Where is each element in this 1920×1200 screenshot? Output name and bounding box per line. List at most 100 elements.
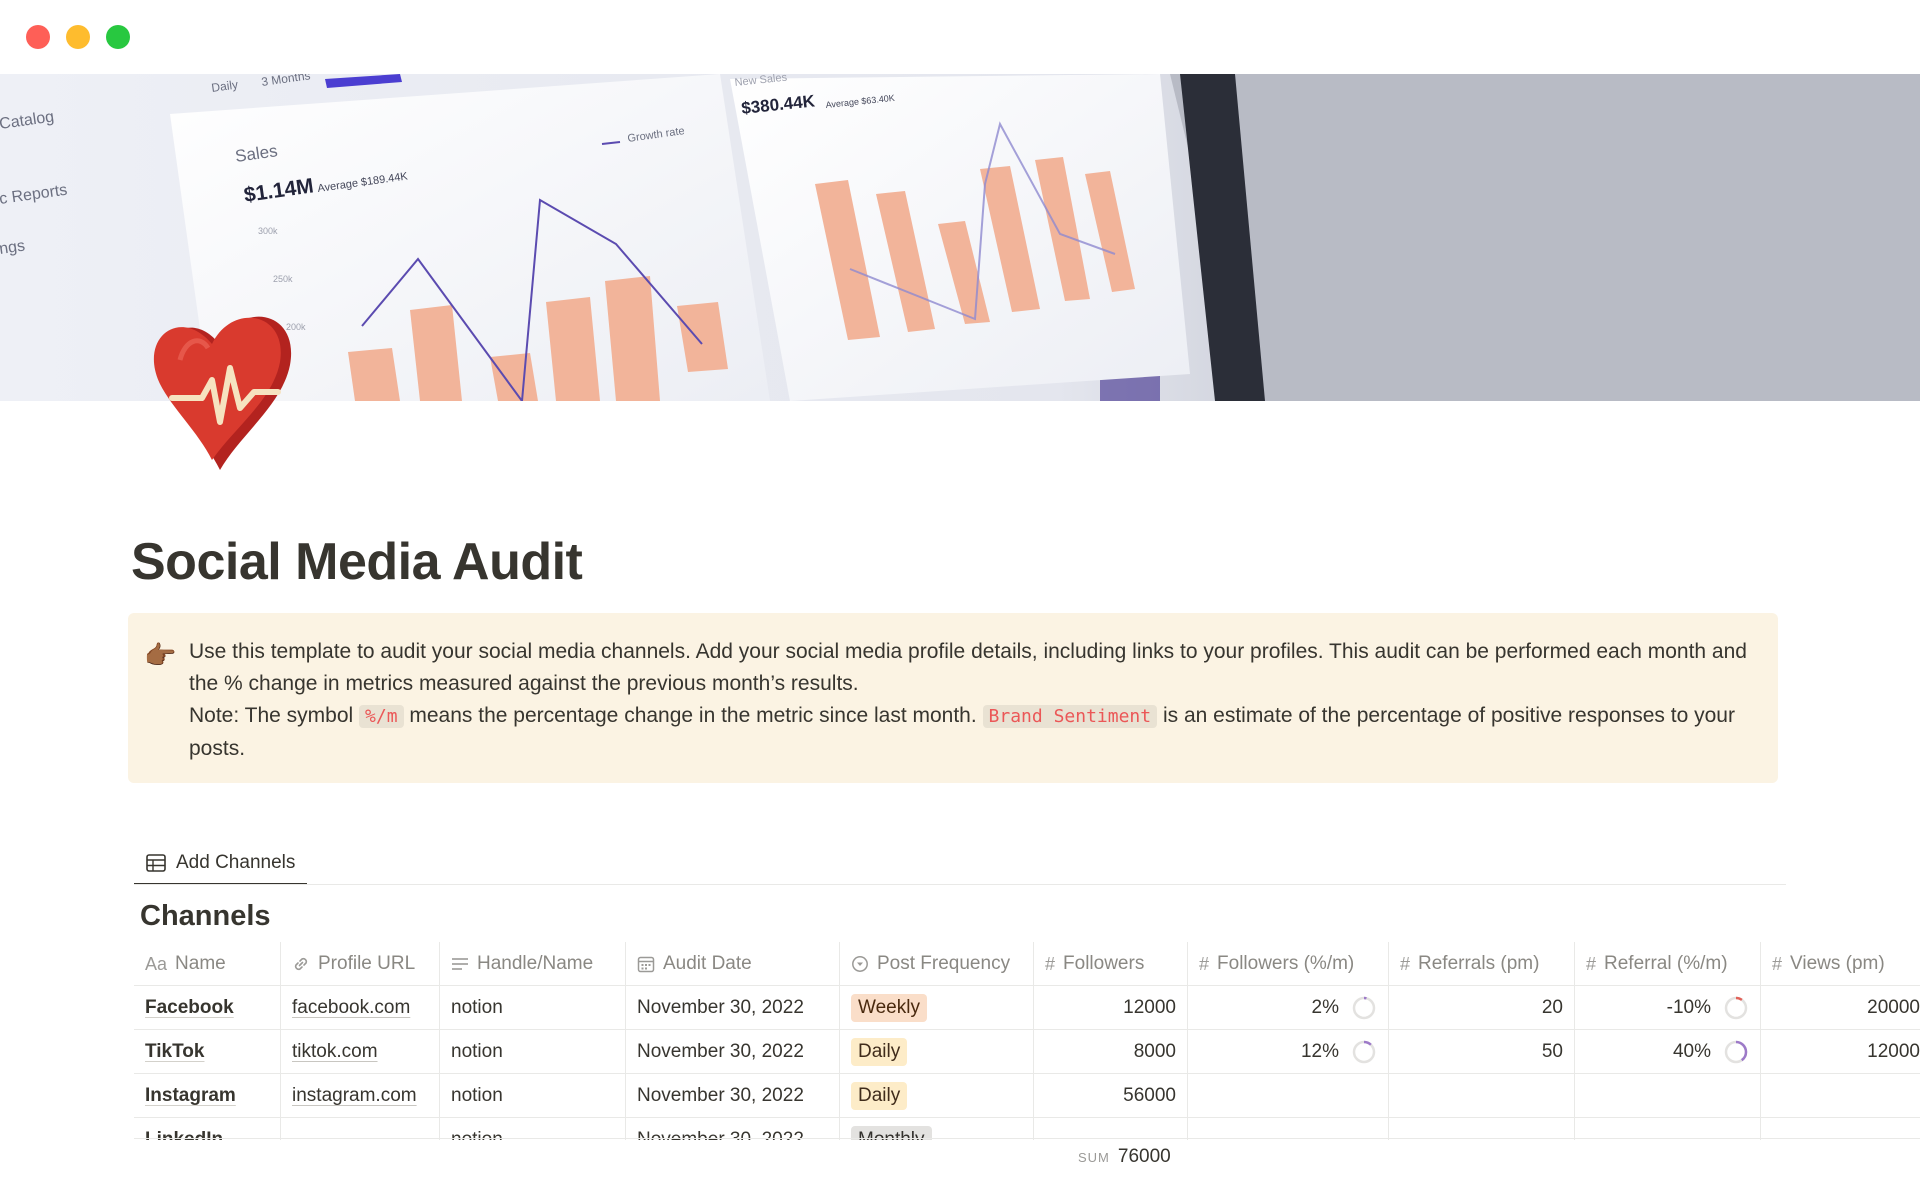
progress-ring-icon: [1352, 1040, 1376, 1064]
profile-url-link[interactable]: tiktok.com: [292, 1041, 378, 1063]
cell-audit-date[interactable]: November 30, 2022: [626, 1118, 840, 1140]
frequency-tag: Daily: [851, 1038, 908, 1066]
tabs-divider: [134, 884, 1786, 885]
zoom-window-button[interactable]: [106, 25, 130, 49]
referral-pct-value: 40%: [1672, 1041, 1711, 1062]
close-window-button[interactable]: [26, 25, 50, 49]
sum-value: 76000: [1117, 1146, 1171, 1167]
cell-referrals[interactable]: 20: [1389, 986, 1575, 1030]
table-row[interactable]: Instagram instagram.com notion November …: [134, 1074, 1920, 1118]
column-header-followers[interactable]: # Followers: [1034, 942, 1188, 986]
column-label: Referrals (pm): [1418, 953, 1540, 974]
window-titlebar: [0, 0, 1920, 74]
callout-text[interactable]: Use this template to audit your social m…: [189, 636, 1759, 765]
cell-handle[interactable]: notion: [440, 1074, 626, 1118]
cell-profile-url[interactable]: facebook.com: [281, 986, 440, 1030]
cell-referrals[interactable]: 50: [1389, 1030, 1575, 1074]
inline-code-brand-sentiment: Brand Sentiment: [982, 705, 1158, 728]
page-title[interactable]: Social Media Audit: [131, 532, 583, 592]
column-label: Name: [175, 953, 226, 974]
cell-handle[interactable]: notion: [440, 986, 626, 1030]
number-icon: #: [1199, 953, 1210, 974]
cell-followers-pct[interactable]: 12%: [1188, 1030, 1389, 1074]
table-footer-divider: [134, 1138, 1920, 1139]
column-header-post-frequency[interactable]: Post Frequency: [840, 942, 1034, 986]
column-header-referrals[interactable]: # Referrals (pm): [1389, 942, 1575, 986]
cell-audit-date[interactable]: November 30, 2022: [626, 1074, 840, 1118]
cell-followers[interactable]: 56000: [1034, 1074, 1188, 1118]
column-header-views[interactable]: # Views (pm): [1761, 942, 1920, 986]
followers-pct-value: 2%: [1311, 997, 1339, 1018]
cell-audit-date[interactable]: November 30, 2022: [626, 1030, 840, 1074]
cell-referrals[interactable]: [1389, 1074, 1575, 1118]
cell-followers-pct[interactable]: [1188, 1118, 1389, 1140]
profile-url-link[interactable]: instagram.com: [292, 1085, 417, 1107]
followers-sum-calculation[interactable]: SUM 76000: [1078, 1146, 1171, 1168]
callout-block[interactable]: 👉🏾 Use this template to audit your socia…: [128, 613, 1778, 783]
column-header-profile-url[interactable]: Profile URL: [281, 942, 440, 986]
column-header-followers-pct[interactable]: # Followers (%/m): [1188, 942, 1389, 986]
profile-url-link[interactable]: facebook.com: [292, 997, 410, 1019]
cell-name[interactable]: TikTok: [134, 1030, 281, 1074]
table-icon: [146, 854, 166, 872]
cell-referral-pct[interactable]: [1575, 1074, 1761, 1118]
cell-profile-url[interactable]: [281, 1118, 440, 1140]
cell-post-frequency[interactable]: Monthly: [840, 1118, 1034, 1140]
cell-handle[interactable]: notion: [440, 1030, 626, 1074]
cell-post-frequency[interactable]: Weekly: [840, 986, 1034, 1030]
view-tab-add-channels[interactable]: Add Channels: [134, 843, 308, 885]
row-name[interactable]: TikTok: [145, 1041, 204, 1063]
column-label: Views (pm): [1790, 953, 1885, 974]
row-name[interactable]: Facebook: [145, 997, 234, 1019]
cell-profile-url[interactable]: instagram.com: [281, 1074, 440, 1118]
heart-pulse-icon[interactable]: [150, 300, 300, 475]
cell-post-frequency[interactable]: Daily: [840, 1074, 1034, 1118]
callout-note-prefix: Note: The symbol: [189, 704, 360, 727]
cell-name[interactable]: LinkedIn: [134, 1118, 281, 1140]
column-header-handle[interactable]: Handle/Name: [440, 942, 626, 986]
cell-views[interactable]: 20000: [1761, 986, 1920, 1030]
cell-referrals[interactable]: [1389, 1118, 1575, 1140]
number-icon: #: [1772, 953, 1783, 974]
progress-ring-track: [1352, 1040, 1376, 1064]
cell-audit-date[interactable]: November 30, 2022: [626, 986, 840, 1030]
referral-pct-value: -10%: [1666, 997, 1711, 1018]
cell-referral-pct[interactable]: 40%: [1575, 1030, 1761, 1074]
select-icon: [851, 955, 869, 973]
cover-sidebar-settings: ngs: [0, 238, 26, 258]
frequency-tag: Weekly: [851, 994, 927, 1022]
column-label: Profile URL: [318, 953, 416, 974]
cell-name[interactable]: Facebook: [134, 986, 281, 1030]
cell-name[interactable]: Instagram: [134, 1074, 281, 1118]
progress-ring-icon: [1724, 996, 1748, 1020]
cell-followers[interactable]: 12000: [1034, 986, 1188, 1030]
table-row[interactable]: TikTok tiktok.com notion November 30, 20…: [134, 1030, 1920, 1074]
cell-handle[interactable]: notion: [440, 1118, 626, 1140]
cell-post-frequency[interactable]: Daily: [840, 1030, 1034, 1074]
cover-y-tick: 250k: [273, 274, 293, 284]
column-label: Referral (%/m): [1604, 953, 1728, 974]
cell-profile-url[interactable]: tiktok.com: [281, 1030, 440, 1074]
table-row[interactable]: LinkedIn notion November 30, 2022 Monthl…: [134, 1118, 1920, 1140]
text-icon: [451, 956, 469, 972]
cell-followers[interactable]: [1034, 1118, 1188, 1140]
cell-views[interactable]: [1761, 1118, 1920, 1140]
cell-views[interactable]: [1761, 1074, 1920, 1118]
cell-followers-pct[interactable]: [1188, 1074, 1389, 1118]
minimize-window-button[interactable]: [66, 25, 90, 49]
pointing-hand-icon[interactable]: 👉🏾: [144, 640, 176, 671]
cell-referral-pct[interactable]: -10%: [1575, 986, 1761, 1030]
cell-referral-pct[interactable]: [1575, 1118, 1761, 1140]
row-name[interactable]: Instagram: [145, 1085, 236, 1107]
table-row[interactable]: Facebook facebook.com notion November 30…: [134, 986, 1920, 1030]
column-header-name[interactable]: Aa Name: [134, 942, 281, 986]
cell-followers-pct[interactable]: 2%: [1188, 986, 1389, 1030]
column-header-referral-pct[interactable]: # Referral (%/m): [1575, 942, 1761, 986]
database-title[interactable]: Channels: [140, 900, 271, 933]
inline-code-percent-per-month: %/m: [359, 705, 404, 728]
column-header-audit-date[interactable]: Audit Date: [626, 942, 840, 986]
cell-views[interactable]: 12000: [1761, 1030, 1920, 1074]
progress-ring-icon: [1352, 996, 1376, 1020]
cell-followers[interactable]: 8000: [1034, 1030, 1188, 1074]
link-icon: [292, 955, 310, 973]
